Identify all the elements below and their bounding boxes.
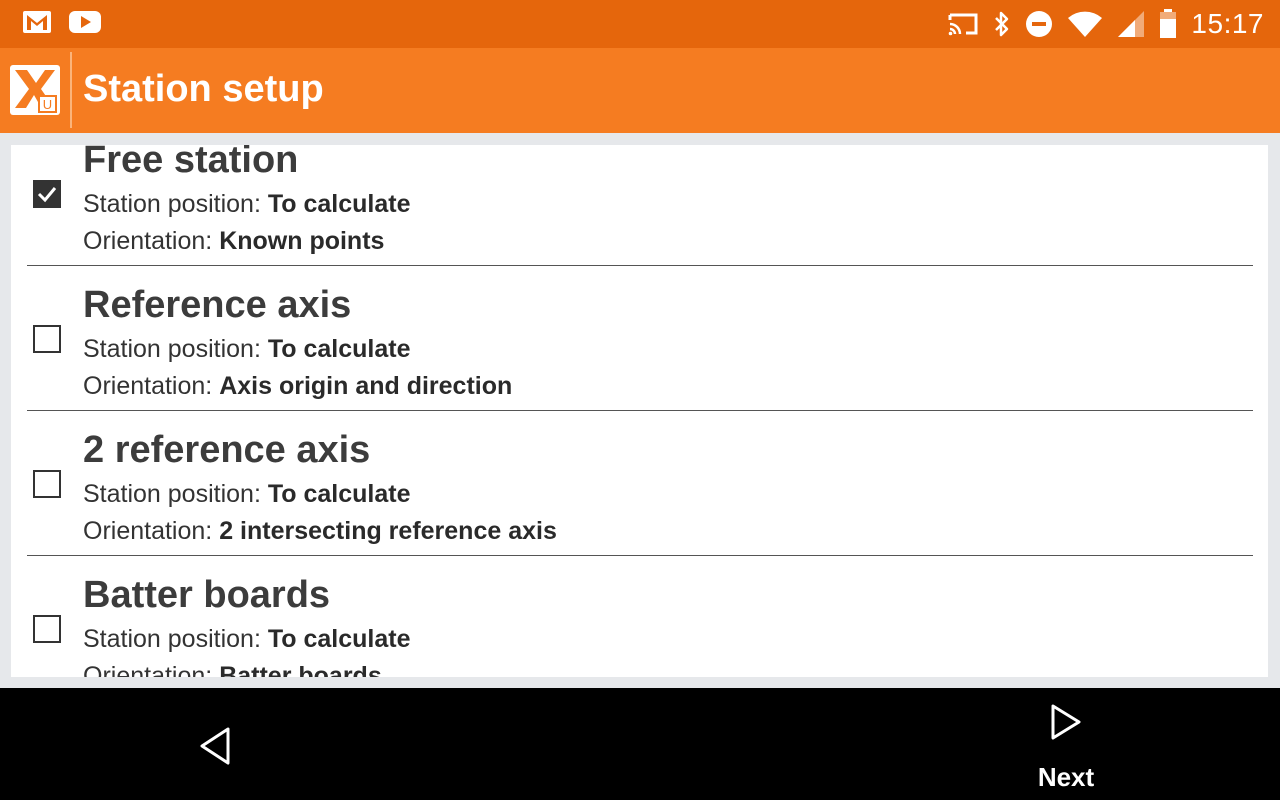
option-orientation: Orientation: 2 intersecting reference ax… [83, 517, 557, 546]
divider [27, 265, 1253, 266]
station-setup-options-list[interactable]: Free station Station position: To calcul… [11, 145, 1268, 677]
station-position-label: Station position: [83, 480, 268, 508]
checkmark-icon [37, 187, 57, 203]
navigation-bar: Next [0, 688, 1280, 800]
station-position-value: To calculate [267, 335, 411, 363]
orientation-label: Orientation: [83, 662, 220, 677]
option-free-station[interactable]: Free station Station position: To calcul… [11, 145, 1268, 278]
option-orientation: Orientation: Known points [83, 227, 384, 256]
option-checkbox[interactable] [33, 470, 61, 498]
option-station-position: Station position: To calculate [83, 190, 410, 219]
option-title: Reference axis [83, 284, 352, 326]
orientation-value: Batter boards [219, 662, 382, 677]
battery-icon [1160, 9, 1177, 38]
option-title: Batter boards [83, 574, 331, 616]
divider [27, 555, 1253, 556]
youtube-icon [69, 11, 101, 33]
option-checkbox[interactable] [33, 325, 61, 353]
next-button[interactable]: Next [1020, 696, 1120, 792]
option-title: 2 reference axis [83, 429, 371, 471]
option-checkbox[interactable] [33, 180, 61, 208]
do-not-disturb-icon [1026, 11, 1053, 37]
status-bar: 15:17 [0, 0, 1280, 48]
app-logo-badge: U [43, 97, 52, 112]
option-orientation: Orientation: Batter boards [83, 662, 382, 677]
gmail-icon [23, 11, 51, 33]
system-icons: 15:17 [947, 6, 1264, 42]
page-title: Station setup [83, 68, 324, 110]
station-position-value: To calculate [267, 480, 411, 508]
option-reference-axis[interactable]: Reference axis Station position: To calc… [11, 278, 1268, 423]
orientation-value: 2 intersecting reference axis [219, 517, 557, 545]
station-position-label: Station position: [83, 335, 268, 363]
next-label: Next [1037, 762, 1095, 792]
clock: 15:17 [1191, 8, 1264, 39]
app-bar: U Station setup [0, 48, 1280, 133]
bluetooth-icon [995, 11, 1009, 37]
option-station-position: Station position: To calculate [83, 335, 410, 364]
option-title: Free station [83, 145, 299, 181]
back-icon[interactable] [195, 724, 235, 768]
option-station-position: Station position: To calculate [83, 480, 410, 509]
divider [27, 410, 1253, 411]
next-icon [1051, 704, 1081, 740]
orientation-label: Orientation: [83, 517, 220, 545]
option-checkbox[interactable] [33, 615, 61, 643]
station-position-value: To calculate [267, 190, 411, 218]
station-position-label: Station position: [83, 190, 268, 218]
cast-icon [948, 13, 978, 36]
option-orientation: Orientation: Axis origin and direction [83, 372, 512, 401]
option-station-position: Station position: To calculate [83, 625, 410, 654]
orientation-value: Axis origin and direction [219, 372, 513, 400]
notification-icons [22, 10, 102, 34]
app-logo-icon: U [10, 65, 60, 115]
wifi-icon [1068, 11, 1103, 37]
orientation-label: Orientation: [83, 227, 220, 255]
orientation-label: Orientation: [83, 372, 220, 400]
orientation-value: Known points [219, 227, 385, 255]
app-bar-divider [70, 52, 72, 128]
station-position-value: To calculate [267, 625, 411, 653]
station-position-label: Station position: [83, 625, 268, 653]
option-2-reference-axis[interactable]: 2 reference axis Station position: To ca… [11, 423, 1268, 568]
option-batter-boards[interactable]: Batter boards Station position: To calcu… [11, 568, 1268, 677]
cell-signal-icon [1118, 11, 1145, 37]
